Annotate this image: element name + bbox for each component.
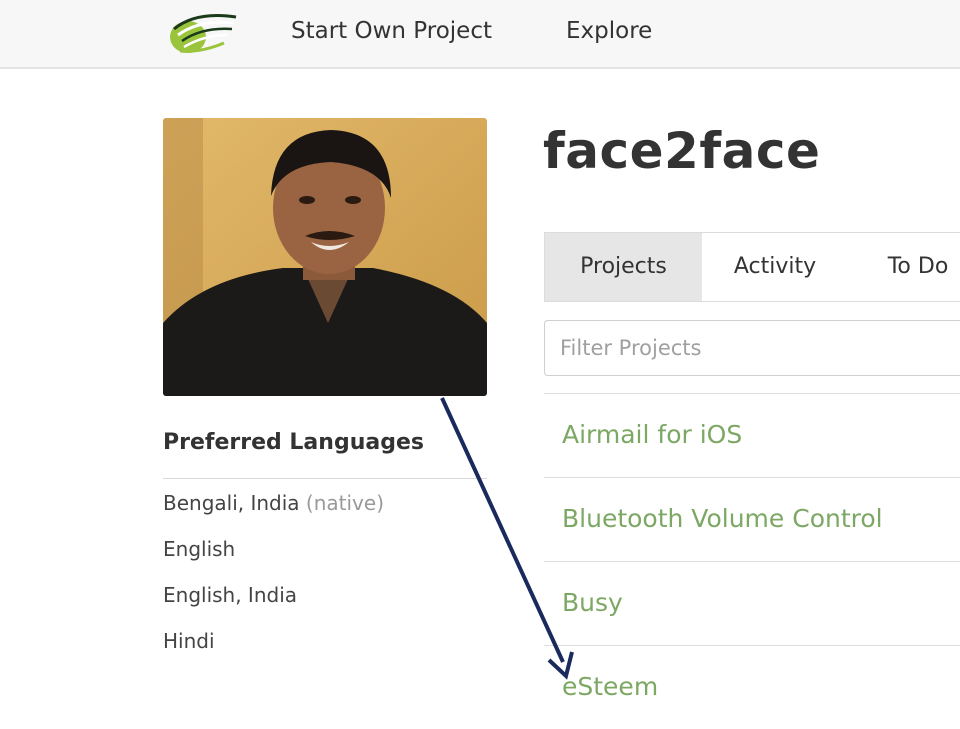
- start-own-project-link[interactable]: Start Own Project: [291, 18, 492, 44]
- language-name: Hindi: [163, 629, 215, 653]
- project-link[interactable]: Airmail for iOS: [562, 420, 742, 449]
- explore-link[interactable]: Explore: [566, 18, 652, 44]
- language-item: Bengali, India (native): [163, 491, 384, 515]
- top-navigation-bar: Start Own Project Explore: [0, 0, 960, 69]
- language-name: English: [163, 537, 236, 561]
- list-item: eSteem: [544, 645, 960, 729]
- language-name: English, India: [163, 583, 298, 607]
- profile-tabs: Projects Activity To Do: [544, 232, 960, 302]
- list-item: Airmail for iOS: [544, 393, 960, 477]
- divider: [163, 478, 487, 479]
- language-name: Bengali, India: [163, 491, 300, 515]
- user-avatar: [163, 118, 487, 396]
- preferred-languages-heading: Preferred Languages: [163, 430, 424, 455]
- list-item: Busy: [544, 561, 960, 645]
- language-item: English, India: [163, 583, 297, 607]
- language-item: English: [163, 537, 235, 561]
- language-item: Hindi: [163, 629, 215, 653]
- filter-projects-input[interactable]: [544, 320, 960, 376]
- project-link[interactable]: Bluetooth Volume Control: [562, 504, 883, 533]
- tab-to-do[interactable]: To Do: [863, 233, 960, 301]
- native-tag: (native): [305, 491, 384, 515]
- project-link[interactable]: eSteem: [562, 672, 658, 701]
- page-title: face2face: [543, 122, 821, 180]
- tab-projects[interactable]: Projects: [545, 233, 702, 301]
- list-item: Bluetooth Volume Control: [544, 477, 960, 561]
- tab-activity[interactable]: Activity: [702, 233, 848, 301]
- project-link[interactable]: Busy: [562, 588, 623, 617]
- crowdin-logo-icon[interactable]: [166, 9, 240, 57]
